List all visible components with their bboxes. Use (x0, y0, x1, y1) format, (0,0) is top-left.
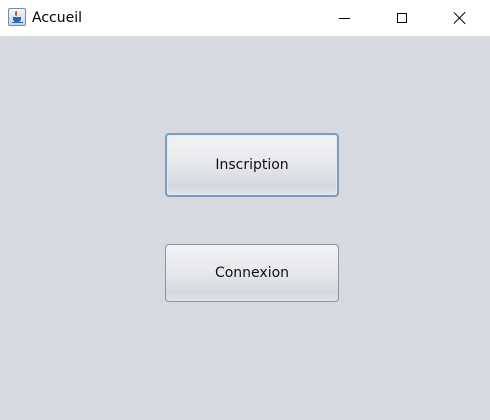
minimize-button[interactable] (315, 0, 373, 36)
window-title: Accueil (32, 10, 82, 26)
close-icon (453, 11, 467, 25)
java-cup-icon (8, 8, 26, 26)
inscription-button[interactable]: Inscription (165, 133, 339, 197)
close-button[interactable] (431, 0, 489, 36)
title-bar[interactable]: Accueil (0, 0, 490, 36)
connexion-button[interactable]: Connexion (165, 244, 339, 302)
minimize-icon (338, 17, 350, 19)
app-window: Accueil Inscription Connexion (0, 0, 490, 420)
maximize-icon (397, 13, 407, 23)
connexion-button-label: Connexion (214, 265, 290, 281)
maximize-button[interactable] (373, 0, 431, 36)
main-panel: Inscription Connexion (0, 36, 490, 420)
inscription-button-label: Inscription (215, 157, 289, 173)
